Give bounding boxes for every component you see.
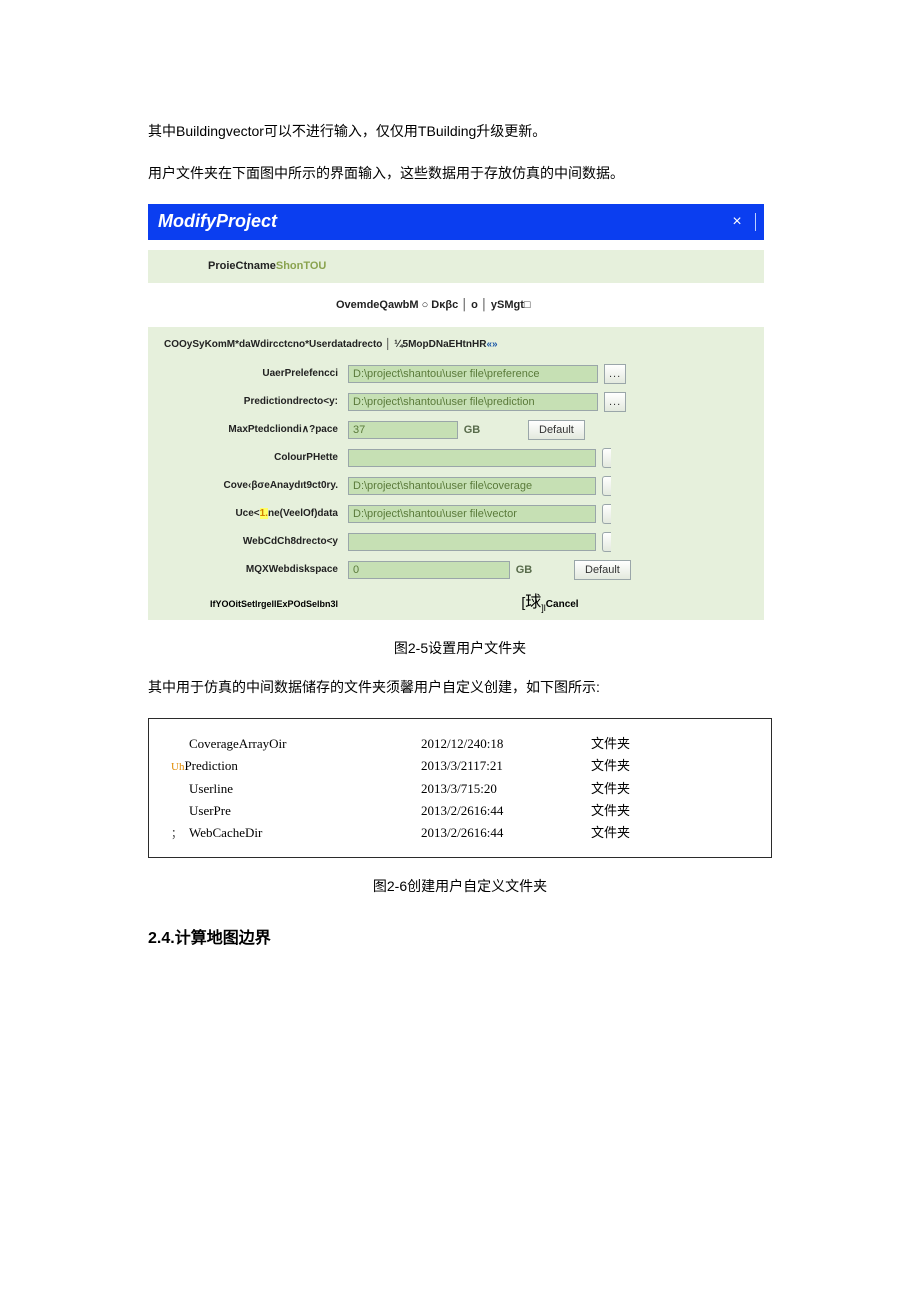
coords-a: COOySyKomM*daWdircctcno*Userdatadrecto │ — [164, 339, 394, 350]
folder-name: WebCacheDir — [189, 825, 262, 840]
folder-row: UserPre 2013/2/2616:44 文件夹 — [171, 800, 755, 822]
label-webcache: WebCdCh8drecto<y — [164, 536, 348, 547]
dialog-titlebar: ModifyProject × — [148, 204, 764, 240]
label-max-prediction: MaxPtedcliondi∧?pace — [164, 424, 348, 435]
coords-c: «» — [486, 339, 497, 350]
unit-gb-2: GB — [510, 564, 538, 576]
mode-bar: OvemdeQawbM ○ Dκβc │ o │ ySMgt□ — [148, 282, 764, 327]
coords-line: COOySyKomM*daWdircctcno*Userdatadrecto │… — [148, 327, 764, 360]
folder-name: CoverageArrayOir — [189, 736, 286, 751]
browse-webcache-stub[interactable] — [602, 532, 611, 552]
folder-date: 2013/2/2616:44 — [421, 800, 591, 822]
dialog-body: ProieCtnameShonTOU OvemdeQawbM ○ Dκβc │ … — [148, 250, 764, 621]
folder-type: 文件夹 — [591, 800, 755, 822]
paragraph-1: 其中Buildingvector可以不进行输入，仅仅用TBuilding升级更新… — [148, 120, 772, 144]
label-colour-palette: ColourPHette — [164, 452, 348, 463]
label-user-preference: UaerPrelefencci — [164, 368, 348, 379]
browse-coverage-stub[interactable] — [602, 476, 611, 496]
row-colour-palette: ColourPHette — [148, 444, 764, 472]
folder-listing: CoverageArrayOir 2012/12/240:18 文件夹 UhPr… — [148, 718, 772, 858]
close-icon[interactable]: × — [727, 213, 756, 231]
row-webcache: WebCdCh8drecto<y — [148, 528, 764, 556]
export-settings-label: IfYOOitSetlrgellExPOdSelbn3l — [164, 599, 348, 609]
figure-caption-1: 图2-5设置用户文件夹 — [148, 638, 772, 658]
project-name-label: ProieCtname — [208, 260, 276, 272]
browse-userline-stub[interactable] — [602, 504, 611, 524]
browse-prediction[interactable]: ... — [604, 392, 626, 412]
folder-name: Userline — [189, 781, 233, 796]
row-userline: Uce<1.ne(VeelOf)data — [148, 500, 764, 528]
label-userline-b: 1. — [260, 508, 268, 519]
input-colour-palette[interactable] — [348, 449, 596, 467]
folder-row: CoverageArrayOir 2012/12/240:18 文件夹 — [171, 733, 755, 755]
label-max-web: MQXWebdiskspace — [164, 564, 348, 575]
input-userline[interactable] — [348, 505, 596, 523]
default-max-prediction[interactable]: Default — [528, 420, 585, 440]
folder-bullet: ； — [171, 823, 189, 845]
label-userline-c: ne(VeelOf)data — [268, 508, 338, 519]
input-coverage[interactable] — [348, 477, 596, 495]
row-coverage: Cove‹βσeAnaydıt9ct0ry. — [148, 472, 764, 500]
input-prediction[interactable] — [348, 393, 598, 411]
label-coverage: Cove‹βσeAnaydıt9ct0ry. — [164, 480, 348, 491]
row-max-web: MQXWebdiskspace GB Default — [148, 556, 764, 584]
label-prediction: Predictiondrecto<y: — [164, 396, 348, 407]
project-name-row: ProieCtnameShonTOU — [148, 250, 764, 282]
folder-row: UhPrediction 2013/3/2117:21 文件夹 — [171, 755, 755, 778]
unit-gb-1: GB — [458, 424, 486, 436]
input-max-web[interactable] — [348, 561, 510, 579]
paragraph-3: 其中用于仿真的中间数据储存的文件夹须馨用户自定义创建，如下图所示: — [148, 676, 772, 700]
folder-date: 2013/3/2117:21 — [421, 755, 591, 778]
ok-cancel-row: IfYOOitSetlrgellExPOdSelbn3l [球]lCancel — [148, 584, 764, 615]
folder-name: UserPre — [189, 803, 231, 818]
folder-row: ；WebCacheDir 2013/2/2616:44 文件夹 — [171, 822, 755, 845]
browse-colour-stub[interactable] — [602, 448, 611, 468]
folder-date: 2013/2/2616:44 — [421, 822, 591, 845]
row-max-prediction: MaxPtedcliondi∧?pace GB Default — [148, 416, 764, 444]
paragraph-2: 用户文件夹在下面图中所示的界面输入，这些数据用于存放仿真的中间数据。 — [148, 162, 772, 186]
folder-name: Prediction — [184, 758, 237, 773]
section-heading: 2.4.计算地图边界 — [148, 924, 772, 948]
input-webcache[interactable] — [348, 533, 596, 551]
coords-b: ¼5MopDNaEHtnHR — [394, 339, 486, 350]
input-max-prediction[interactable] — [348, 421, 458, 439]
row-prediction: Predictiondrecto<y: ... — [148, 388, 764, 416]
browse-user-preference[interactable]: ... — [604, 364, 626, 384]
ok-cancel-group: [球]lCancel — [348, 588, 752, 613]
folder-type: 文件夹 — [591, 778, 755, 800]
folder-type: 文件夹 — [591, 755, 755, 778]
ok-button[interactable]: 球 — [525, 594, 541, 611]
figure-caption-2: 图2-6创建用户自定义文件夹 — [148, 876, 772, 896]
default-max-web[interactable]: Default — [574, 560, 631, 580]
cancel-button[interactable]: Cancel — [546, 599, 579, 610]
folder-row: Userline 2013/3/715:20 文件夹 — [171, 778, 755, 800]
label-userline: Uce<1.ne(VeelOf)data — [164, 508, 348, 519]
dialog-title: ModifyProject — [158, 211, 727, 232]
folder-type: 文件夹 — [591, 822, 755, 845]
folder-date: 2013/3/715:20 — [421, 778, 591, 800]
folder-type: 文件夹 — [591, 733, 755, 755]
folder-date: 2012/12/240:18 — [421, 733, 591, 755]
project-name-value: ShonTOU — [276, 260, 327, 272]
label-userline-a: Uce< — [235, 508, 259, 519]
row-user-preference: UaerPrelefencci ... — [148, 360, 764, 388]
document-page: 其中Buildingvector可以不进行输入，仅仅用TBuilding升级更新… — [0, 0, 920, 1008]
modify-project-dialog: ModifyProject × ProieCtnameShonTOU Ovemd… — [148, 204, 772, 621]
folder-prefix: Uh — [171, 761, 184, 773]
input-user-preference[interactable] — [348, 365, 598, 383]
